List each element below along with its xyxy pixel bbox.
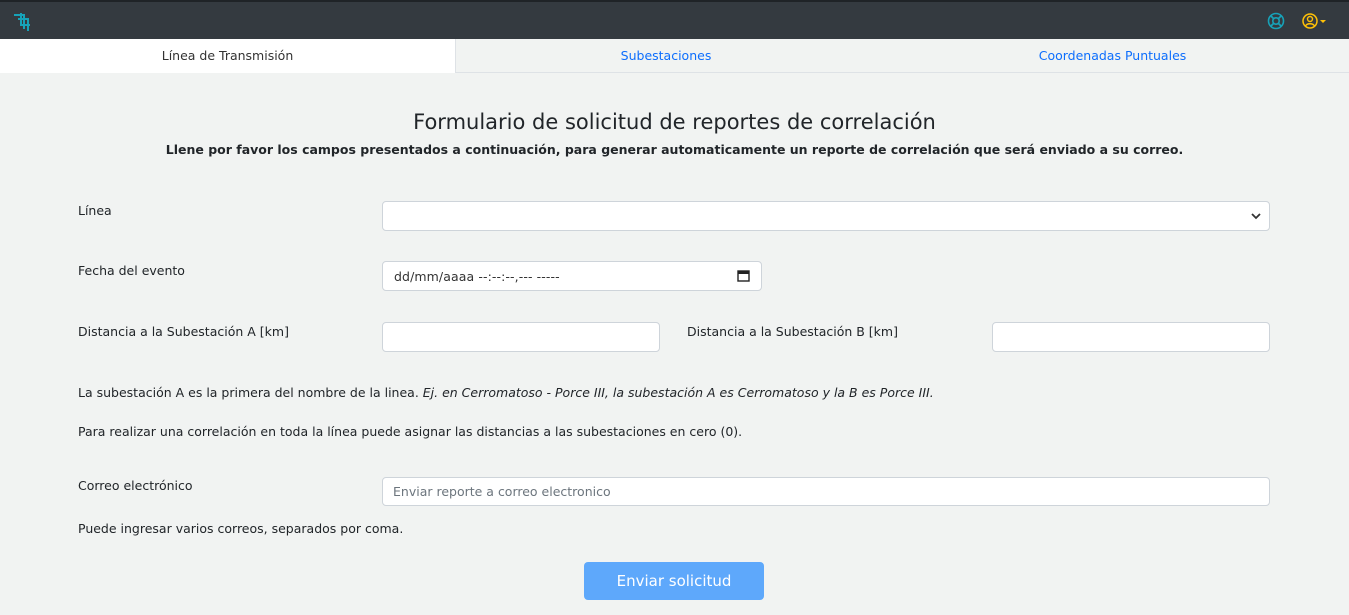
linea-select[interactable] <box>382 201 1270 231</box>
distancia-a-label: Distancia a la Subestación A [km] <box>78 324 289 339</box>
email-label: Correo electrónico <box>78 478 193 493</box>
email-input[interactable] <box>382 477 1270 506</box>
tab-linea-transmision[interactable]: Línea de Transmisión <box>0 39 456 73</box>
correlacion-help-note: Para realizar una correlación en toda la… <box>78 424 743 439</box>
user-circle-icon[interactable] <box>1302 12 1328 30</box>
distancia-b-input[interactable] <box>992 322 1270 352</box>
fecha-label: Fecha del evento <box>78 263 185 278</box>
top-navbar <box>0 0 1349 39</box>
subestacion-help-note: La subestación A es la primera del nombr… <box>78 385 934 400</box>
report-tabs: Línea de Transmisión Subestaciones Coord… <box>0 39 1349 73</box>
email-help-note: Puede ingresar varios correos, separados… <box>78 521 404 536</box>
distancia-a-input[interactable] <box>382 322 660 352</box>
lifebuoy-icon[interactable] <box>1267 12 1285 30</box>
chevron-down-icon <box>1251 213 1261 220</box>
tab-subestaciones[interactable]: Subestaciones <box>456 39 876 73</box>
fecha-value: dd/mm/aaaa --:--:--,--- ----- <box>394 269 560 284</box>
fecha-datetime-input[interactable]: dd/mm/aaaa --:--:--,--- ----- <box>382 261 762 291</box>
tab-coordenadas-puntuales[interactable]: Coordenadas Puntuales <box>876 39 1349 73</box>
subestacion-example-text: Ej. en Cerromatoso - Porce III, la subes… <box>422 385 934 400</box>
enviar-solicitud-button[interactable]: Enviar solicitud <box>584 562 764 600</box>
app-logo-icon[interactable] <box>12 11 32 33</box>
page-title: Formulario de solicitud de reportes de c… <box>413 110 936 134</box>
subestacion-help-text: La subestación A es la primera del nombr… <box>78 385 423 400</box>
calendar-icon[interactable] <box>737 269 750 282</box>
linea-label: Línea <box>78 203 112 218</box>
distancia-b-label: Distancia a la Subestación B [km] <box>687 324 898 339</box>
page-subtitle: Llene por favor los campos presentados a… <box>165 142 1184 157</box>
